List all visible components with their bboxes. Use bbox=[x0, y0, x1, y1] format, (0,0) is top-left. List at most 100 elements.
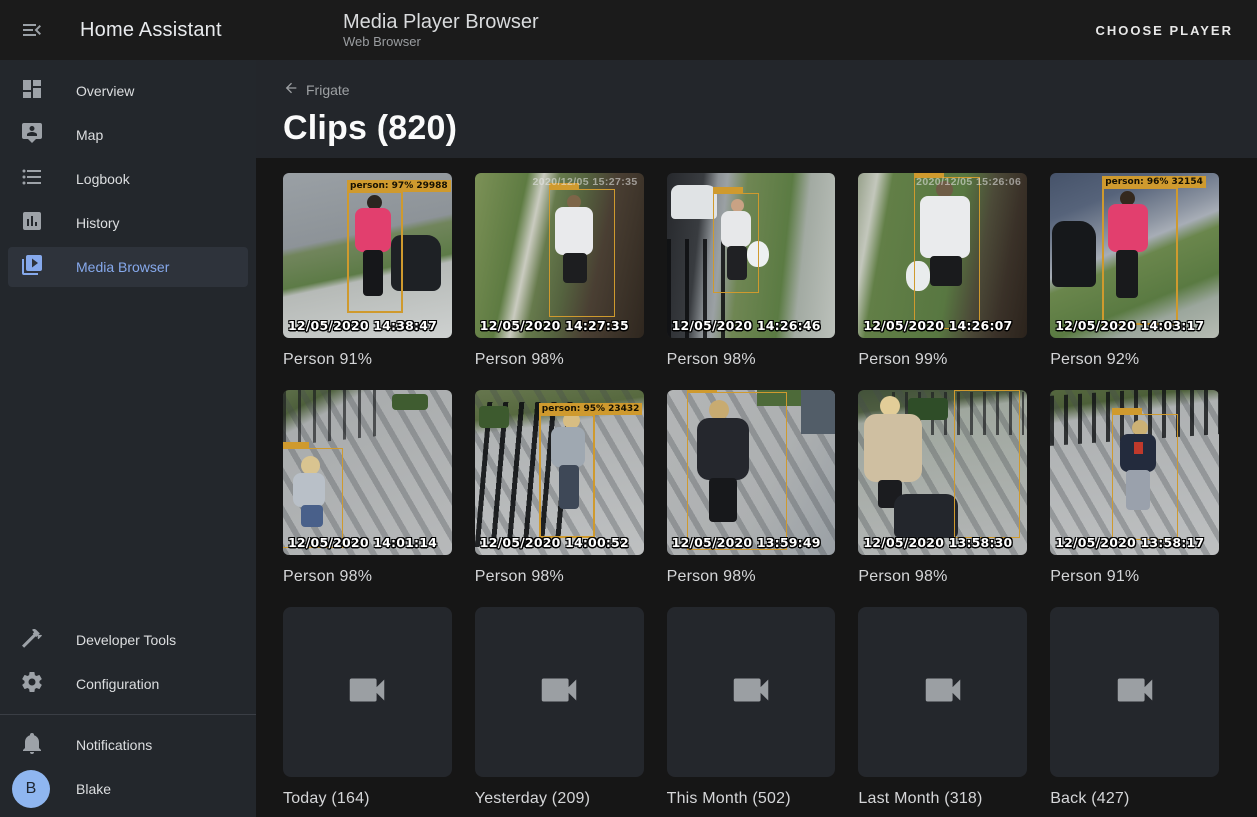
clip-item: 12/05/2020 13:58:30 Person 98% bbox=[858, 390, 1027, 586]
timestamp-overlay: 12/05/2020 14:01:14 bbox=[288, 535, 437, 550]
page-subtitle: Web Browser bbox=[343, 34, 539, 50]
clip-item: 12/05/2020 13:59:49 Person 98% bbox=[667, 390, 836, 586]
tooltip-account-icon bbox=[20, 121, 44, 150]
video-camera-icon bbox=[344, 667, 390, 718]
sidebar-item-map[interactable]: Map bbox=[8, 115, 248, 155]
content-header: Frigate Clips (820) bbox=[256, 60, 1257, 158]
detection-bbox bbox=[954, 390, 1020, 538]
clip-item: 12/05/2020 14:26:46 Person 98% bbox=[667, 173, 836, 369]
detection-bbox: person: 96% 32154 bbox=[1102, 187, 1178, 325]
home-assistant-app: Home Assistant Overview Map Logbook Hist… bbox=[0, 0, 1257, 817]
video-camera-icon bbox=[536, 667, 582, 718]
clip-thumbnail[interactable]: 2020/12/05 15:26:06 12/05/2020 14:26:07 bbox=[858, 173, 1027, 338]
breadcrumb-label: Frigate bbox=[306, 82, 350, 98]
hammer-icon bbox=[20, 626, 44, 655]
detection-label: person: 96% 32154 bbox=[1102, 176, 1206, 188]
sidebar-item-label: History bbox=[76, 215, 120, 231]
sidebar-item-label: Media Browser bbox=[76, 259, 169, 275]
sidebar-divider bbox=[0, 714, 256, 715]
clip-thumbnail[interactable]: 12/05/2020 14:26:46 bbox=[667, 173, 836, 338]
folder-item: Yesterday (209) bbox=[475, 607, 644, 808]
video-camera-icon bbox=[1112, 667, 1158, 718]
clip-item: person: 97% 29988 12/05/2020 14:38:47 Pe… bbox=[283, 173, 452, 369]
clip-thumbnail[interactable]: person: 95% 23432 12/05/2020 14:00:52 bbox=[475, 390, 644, 555]
sidebar-item-label: Configuration bbox=[76, 676, 159, 692]
sidebar-item-overview[interactable]: Overview bbox=[8, 71, 248, 111]
clip-caption: Person 99% bbox=[858, 351, 1027, 369]
clip-thumbnail[interactable]: person: 96% 32154 12/05/2020 14:03:17 bbox=[1050, 173, 1219, 338]
sidebar-item-logbook[interactable]: Logbook bbox=[8, 159, 248, 199]
sidebar-item-label: Overview bbox=[76, 83, 134, 99]
folder-item: This Month (502) bbox=[667, 607, 836, 808]
sidebar-item-label: Logbook bbox=[76, 171, 130, 187]
sidebar-item-history[interactable]: History bbox=[8, 203, 248, 243]
sidebar-header: Home Assistant bbox=[0, 0, 256, 60]
folder-tile-this-month[interactable] bbox=[667, 607, 836, 777]
clip-caption: Person 92% bbox=[1050, 351, 1219, 369]
media-grid: person: 97% 29988 12/05/2020 14:38:47 Pe… bbox=[283, 173, 1219, 808]
clip-thumbnail[interactable]: person: 97% 29988 12/05/2020 14:38:47 bbox=[283, 173, 452, 338]
folder-caption: Today (164) bbox=[283, 790, 452, 808]
user-name: Blake bbox=[76, 781, 111, 797]
detection-bbox bbox=[687, 392, 787, 550]
clip-item: 2020/12/05 15:27:35 12/05/2020 14:27:35 … bbox=[475, 173, 644, 369]
timestamp-overlay: 12/05/2020 13:59:49 bbox=[672, 535, 821, 550]
sidebar-item-label: Developer Tools bbox=[76, 632, 176, 648]
app-title: Home Assistant bbox=[80, 19, 222, 42]
clip-thumbnail[interactable]: 12/05/2020 13:59:49 bbox=[667, 390, 836, 555]
detection-bbox bbox=[549, 189, 615, 317]
clip-thumbnail[interactable]: 2020/12/05 15:27:35 12/05/2020 14:27:35 bbox=[475, 173, 644, 338]
sidebar-toggle-button[interactable] bbox=[20, 18, 44, 42]
timestamp-overlay: 12/05/2020 14:27:35 bbox=[480, 318, 629, 333]
sidebar-item-developer-tools[interactable]: Developer Tools bbox=[8, 620, 248, 660]
sidebar-item-profile[interactable]: B Blake bbox=[8, 769, 248, 809]
detection-bbox bbox=[1112, 414, 1178, 540]
folder-tile-yesterday[interactable] bbox=[475, 607, 644, 777]
folder-item: Back (427) bbox=[1050, 607, 1219, 808]
folder-item: Today (164) bbox=[283, 607, 452, 808]
clip-item: 2020/12/05 15:26:06 12/05/2020 14:26:07 … bbox=[858, 173, 1027, 369]
gear-icon bbox=[20, 670, 44, 699]
car-shape bbox=[671, 185, 717, 219]
sidebar-item-media-browser[interactable]: Media Browser bbox=[8, 247, 248, 287]
sidebar-item-notifications[interactable]: Notifications bbox=[8, 725, 248, 765]
clip-thumbnail[interactable]: 12/05/2020 13:58:17 bbox=[1050, 390, 1219, 555]
choose-player-button[interactable]: CHOOSE PLAYER bbox=[1088, 15, 1242, 46]
camera-timestamp-overlay: 2020/12/05 15:26:06 bbox=[916, 176, 1021, 188]
clip-caption: Person 98% bbox=[475, 568, 644, 586]
timestamp-overlay: 12/05/2020 14:00:52 bbox=[480, 535, 629, 550]
section-title: Clips (820) bbox=[283, 109, 1257, 148]
list-bulleted-icon bbox=[20, 165, 44, 194]
page-title: Media Player Browser bbox=[343, 10, 539, 34]
folder-caption: Yesterday (209) bbox=[475, 790, 644, 808]
timestamp-overlay: 12/05/2020 14:26:46 bbox=[672, 318, 821, 333]
folder-tile-back[interactable] bbox=[1050, 607, 1219, 777]
clip-item: person: 96% 32154 12/05/2020 14:03:17 Pe… bbox=[1050, 173, 1219, 369]
app-bar-titles: Media Player Browser Web Browser bbox=[343, 10, 539, 50]
timestamp-overlay: 12/05/2020 14:03:17 bbox=[1055, 318, 1204, 333]
folder-caption: Last Month (318) bbox=[858, 790, 1027, 808]
media-grid-area: person: 97% 29988 12/05/2020 14:38:47 Pe… bbox=[256, 158, 1257, 817]
video-camera-icon bbox=[920, 667, 966, 718]
clip-caption: Person 91% bbox=[1050, 568, 1219, 586]
video-camera-icon bbox=[728, 667, 774, 718]
sidebar-item-label: Map bbox=[76, 127, 103, 143]
road-shape bbox=[801, 390, 835, 434]
clip-thumbnail[interactable]: 12/05/2020 14:01:14 bbox=[283, 390, 452, 555]
sidebar: Home Assistant Overview Map Logbook Hist… bbox=[0, 0, 256, 817]
bell-icon bbox=[20, 731, 44, 760]
detection-bbox: person: 95% 23432 bbox=[539, 414, 595, 538]
sidebar-bottom: Developer Tools Configuration Notificati… bbox=[0, 616, 256, 817]
toy-shape bbox=[479, 406, 509, 428]
clip-caption: Person 98% bbox=[667, 568, 836, 586]
menu-open-icon bbox=[20, 30, 44, 45]
timestamp-overlay: 12/05/2020 14:38:47 bbox=[288, 318, 437, 333]
folder-tile-last-month[interactable] bbox=[858, 607, 1027, 777]
clip-thumbnail[interactable]: 12/05/2020 13:58:30 bbox=[858, 390, 1027, 555]
sidebar-nav: Overview Map Logbook History Media Brows… bbox=[0, 60, 256, 291]
sidebar-item-configuration[interactable]: Configuration bbox=[8, 664, 248, 704]
folder-caption: This Month (502) bbox=[667, 790, 836, 808]
clip-caption: Person 98% bbox=[283, 568, 452, 586]
breadcrumb[interactable]: Frigate bbox=[283, 80, 350, 99]
folder-tile-today[interactable] bbox=[283, 607, 452, 777]
